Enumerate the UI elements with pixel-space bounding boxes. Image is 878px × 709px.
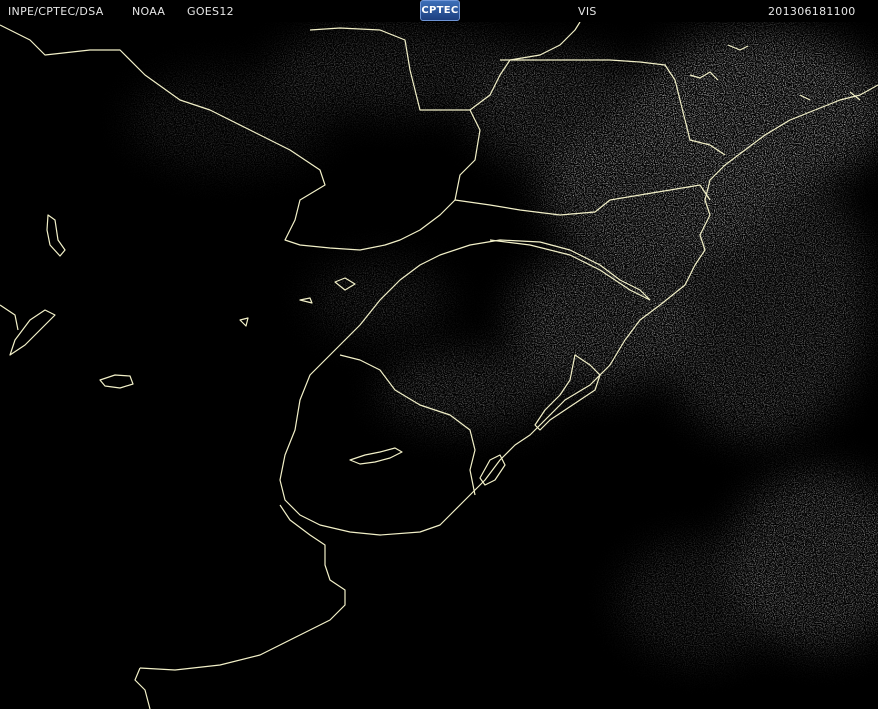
agency-label: NOAA: [132, 5, 166, 18]
timestamp-label: 201306181100: [768, 5, 856, 18]
satellite-map: [0, 22, 878, 709]
map-canvas: [0, 22, 878, 709]
image-header: INPE/CPTEC/DSA NOAA GOES12 CPTEC VIS 201…: [0, 0, 878, 22]
cloud-cover: [0, 22, 878, 709]
source-label: INPE/CPTEC/DSA: [8, 5, 104, 18]
satellite-label: GOES12: [187, 5, 234, 18]
logo-text: CPTEC: [421, 5, 459, 16]
channel-label: VIS: [578, 5, 597, 18]
cptec-logo: CPTEC: [420, 0, 460, 21]
